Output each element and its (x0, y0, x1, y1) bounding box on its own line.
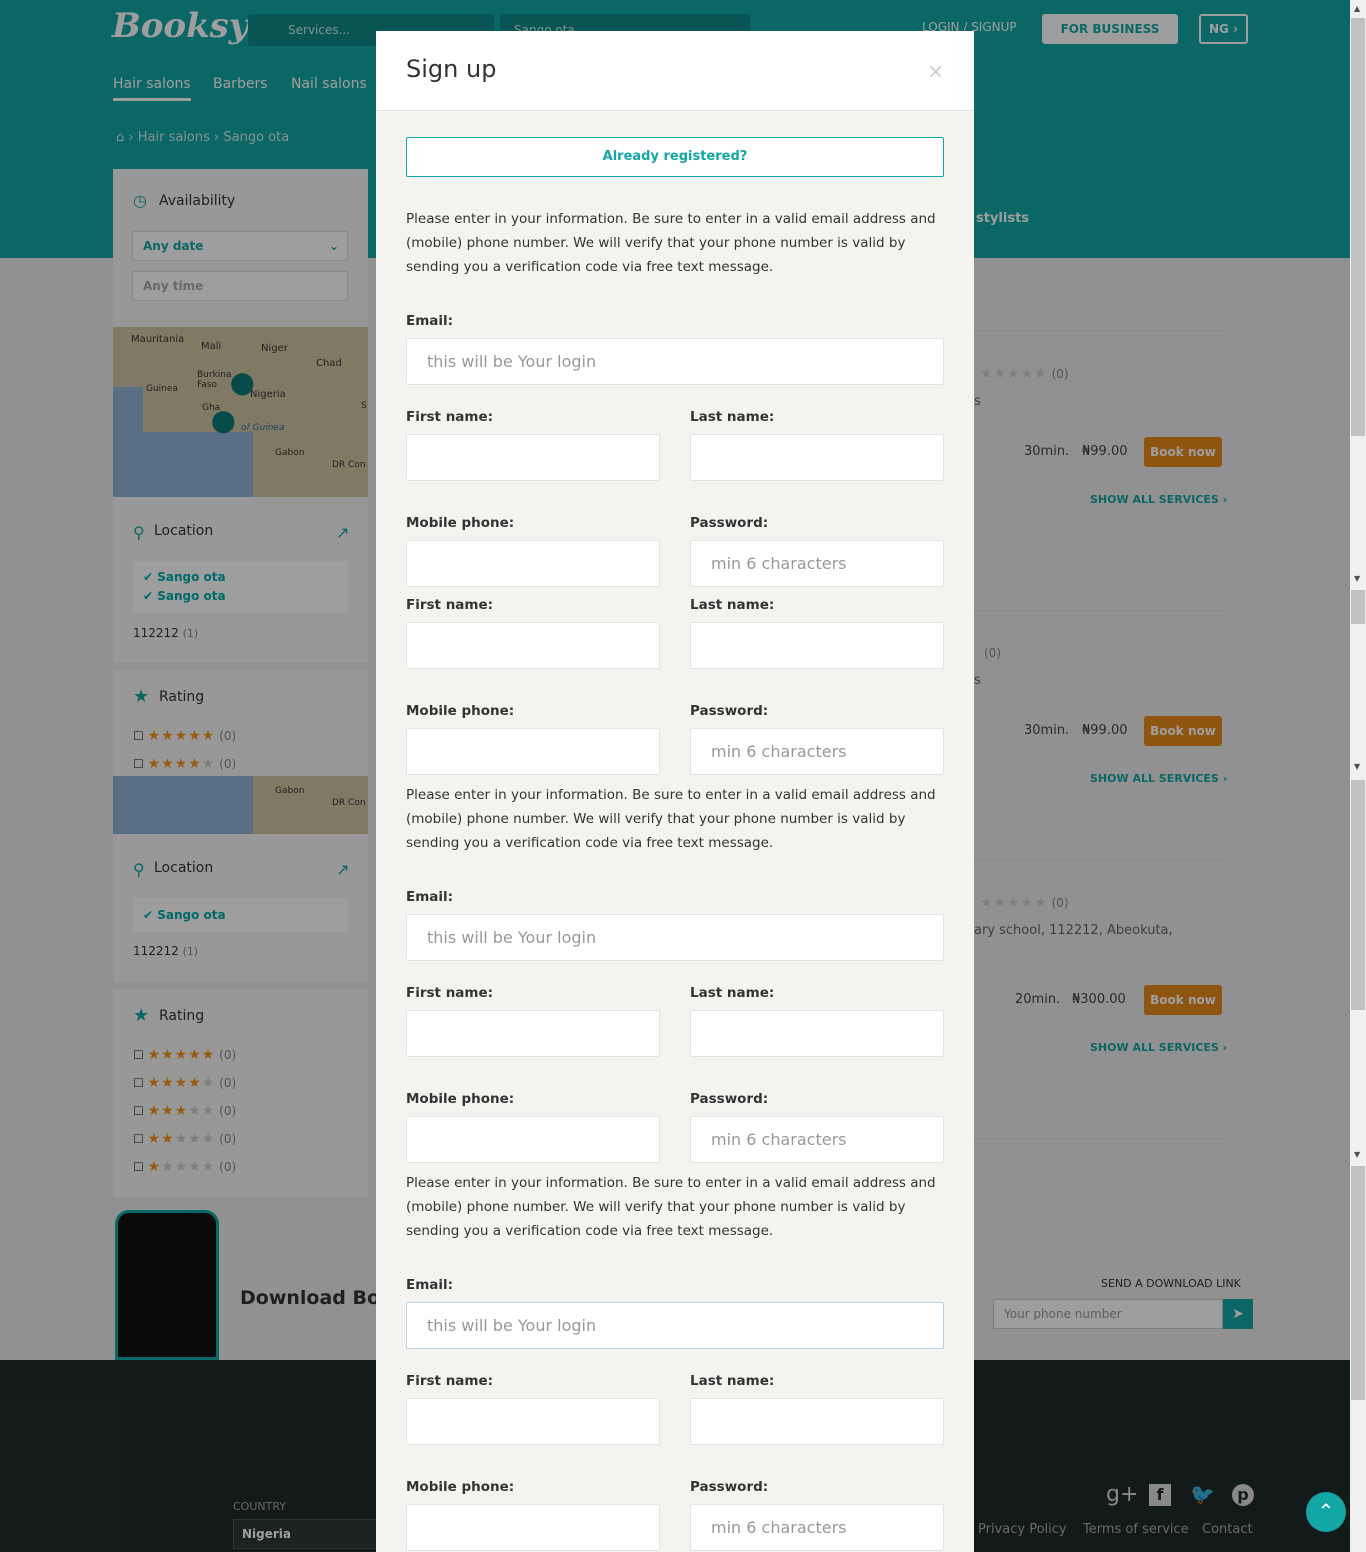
scrollbar-thumb[interactable] (1351, 780, 1365, 1010)
last-name-label: Last name: (690, 985, 775, 1001)
email-label: Email: (406, 889, 454, 905)
scroll-down-icon[interactable]: ▼ (1354, 1150, 1360, 1159)
first-name-field[interactable] (406, 434, 660, 481)
info-text: Please enter in your information. Be sur… (406, 211, 936, 275)
scrollbar-thumb[interactable] (1351, 1166, 1365, 1400)
last-name-label: Last name: (690, 1373, 775, 1389)
email-label: Email: (406, 313, 454, 329)
mobile-phone-field[interactable] (406, 540, 660, 587)
first-name-field[interactable] (406, 622, 660, 669)
last-name-label: Last name: (690, 597, 775, 613)
last-name-field[interactable] (690, 622, 944, 669)
password-label: Password: (690, 515, 769, 531)
first-name-field[interactable] (406, 1398, 660, 1445)
scroll-down-icon[interactable]: ▼ (1354, 574, 1360, 583)
first-name-field[interactable] (406, 1010, 660, 1057)
password-field[interactable] (690, 1116, 944, 1163)
scrollbar-thumb[interactable] (1351, 18, 1365, 436)
email-field[interactable] (406, 914, 944, 961)
first-name-label: First name: (406, 1373, 494, 1389)
email-field[interactable] (406, 1302, 944, 1349)
scrollbar-thumb[interactable] (1351, 590, 1365, 624)
page-scrollbar[interactable]: ▲ ▼ ▼ ▼ (1350, 0, 1366, 1552)
scroll-down-icon[interactable]: ▼ (1354, 762, 1360, 771)
password-field[interactable] (690, 540, 944, 587)
email-label: Email: (406, 1277, 454, 1293)
password-label: Password: (690, 1091, 769, 1107)
password-label: Password: (690, 703, 769, 719)
modal-header: Sign up × (376, 31, 974, 111)
mobile-phone-label: Mobile phone: (406, 703, 515, 719)
already-registered-button[interactable]: Already registered? (406, 137, 944, 177)
scroll-to-top-button[interactable]: ⌃ (1306, 1492, 1346, 1532)
mobile-phone-label: Mobile phone: (406, 515, 515, 531)
last-name-field[interactable] (690, 434, 944, 481)
mobile-phone-label: Mobile phone: (406, 1091, 515, 1107)
mobile-phone-field[interactable] (406, 1116, 660, 1163)
first-name-label: First name: (406, 985, 494, 1001)
info-text: Please enter in your information. Be sur… (406, 1175, 936, 1239)
signup-modal: Sign up × Already registered? Please ent… (376, 31, 974, 1552)
modal-title: Sign up (406, 55, 497, 83)
last-name-field[interactable] (690, 1010, 944, 1057)
password-field[interactable] (690, 1504, 944, 1551)
mobile-phone-label: Mobile phone: (406, 1479, 515, 1495)
password-label: Password: (690, 1479, 769, 1495)
close-icon[interactable]: × (927, 59, 944, 83)
first-name-label: First name: (406, 409, 494, 425)
mobile-phone-field[interactable] (406, 1504, 660, 1551)
last-name-label: Last name: (690, 409, 775, 425)
last-name-field[interactable] (690, 1398, 944, 1445)
email-field[interactable] (406, 338, 944, 385)
scroll-up-icon[interactable]: ▲ (1354, 4, 1360, 13)
first-name-label: First name: (406, 597, 494, 613)
mobile-phone-field[interactable] (406, 728, 660, 775)
info-text: Please enter in your information. Be sur… (406, 787, 936, 851)
password-field[interactable] (690, 728, 944, 775)
